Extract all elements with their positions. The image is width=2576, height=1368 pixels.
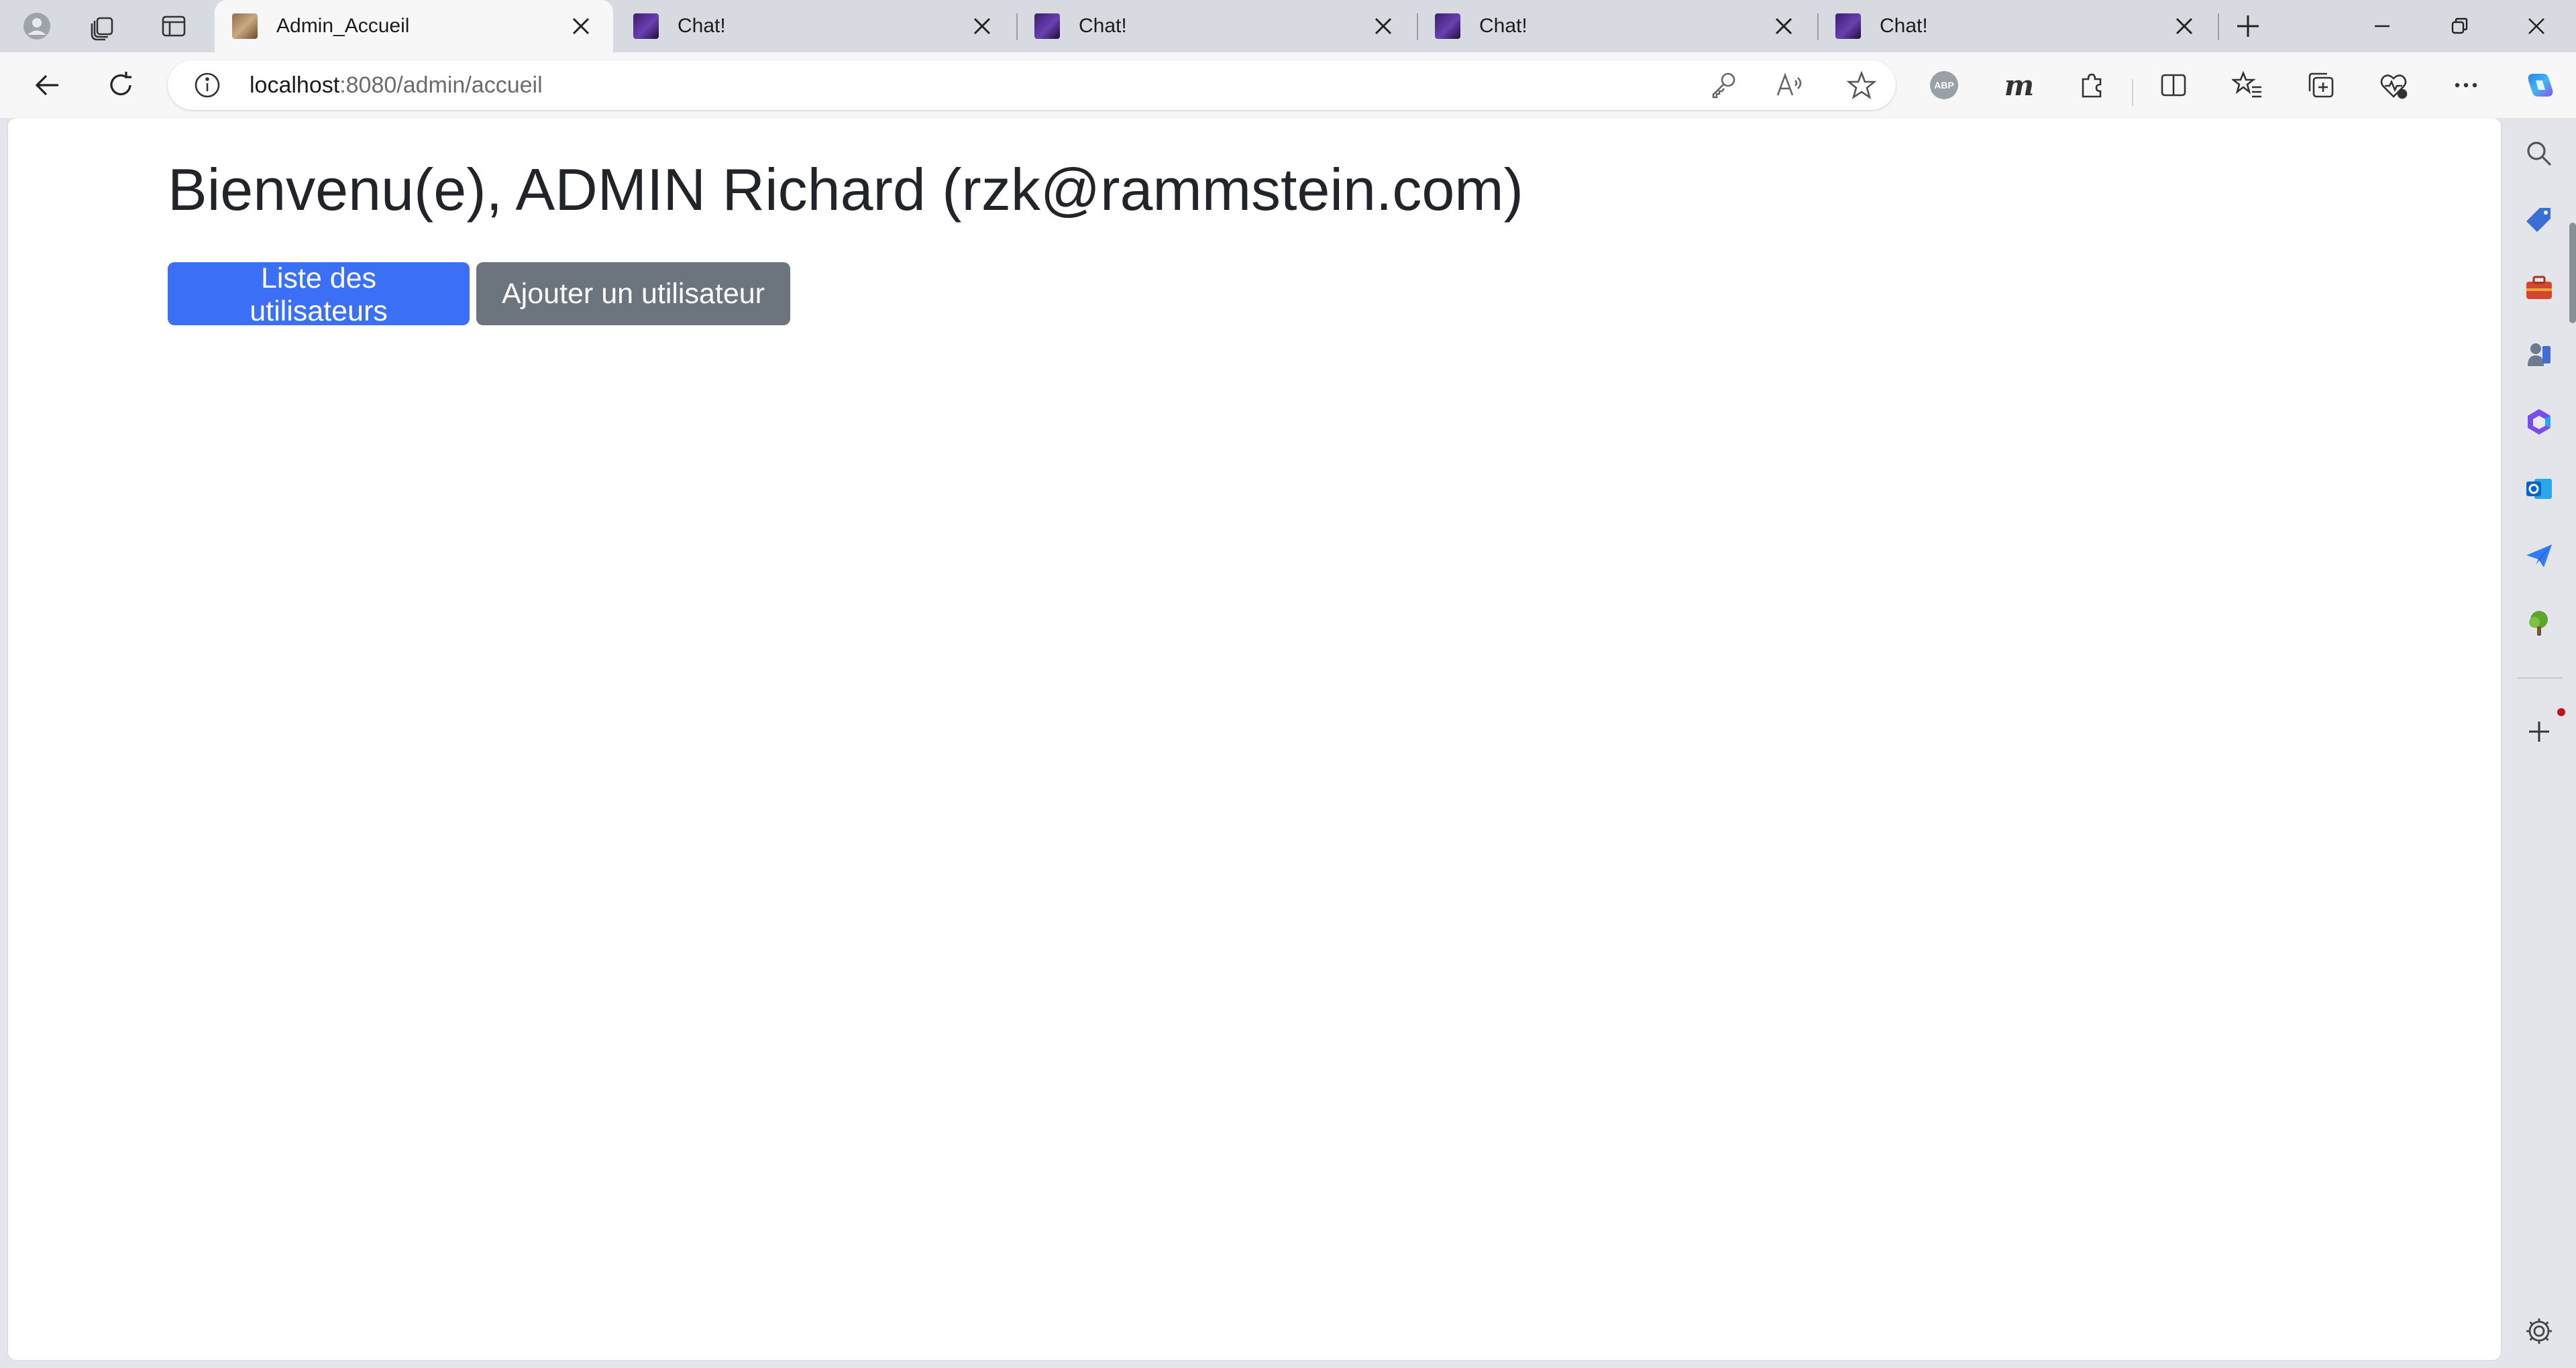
close-icon <box>2528 18 2544 34</box>
tab-title: Chat! <box>1079 15 1127 37</box>
favorites-list-icon <box>2232 70 2261 98</box>
browser-toolbar: localhost:8080/admin/accueil ABP m <box>0 52 2576 118</box>
sidebar-tools[interactable] <box>2516 264 2563 311</box>
heart-pulse-icon <box>2380 74 2408 99</box>
settings-and-more-button[interactable] <box>2439 60 2493 110</box>
refresh-icon <box>110 72 131 96</box>
split-screen-button[interactable] <box>2147 60 2200 110</box>
close-icon <box>2176 17 2193 35</box>
abp-icon: ABP <box>1930 71 1958 99</box>
copilot-button[interactable] <box>2513 60 2567 110</box>
list-users-button[interactable]: Liste des utilisateurs <box>168 262 470 327</box>
tab-chat-1[interactable]: Chat! <box>616 0 1014 52</box>
tab-title: Chat! <box>1880 15 1928 37</box>
back-arrow-icon <box>35 74 58 96</box>
address-bar[interactable]: localhost:8080/admin/accueil <box>168 60 1896 110</box>
tree-icon <box>2529 611 2548 636</box>
refresh-button[interactable] <box>94 60 148 110</box>
tab-close-button[interactable] <box>2164 6 2204 46</box>
chess-piece-icon <box>2528 343 2551 366</box>
gear-icon <box>2526 1318 2552 1344</box>
vertical-tabs-button[interactable] <box>141 0 207 52</box>
puzzle-icon <box>2082 73 2102 98</box>
m-extension-icon: m <box>2004 68 2035 102</box>
plus-icon <box>2529 722 2549 742</box>
microsoft-365-icon <box>2528 409 2551 435</box>
sidebar-outlook[interactable] <box>2516 465 2563 512</box>
admin-favicon-icon <box>232 13 258 39</box>
sidebar-search[interactable] <box>2516 130 2563 177</box>
minimize-button[interactable] <box>2344 0 2420 52</box>
outlook-icon <box>2526 479 2552 499</box>
sidebar-send[interactable] <box>2516 532 2563 579</box>
close-window-button[interactable] <box>2498 0 2575 52</box>
sidebar-microsoft-365[interactable] <box>2516 398 2563 445</box>
adblock-plus-extension[interactable]: ABP <box>1917 60 1971 110</box>
tab-title: Chat! <box>1479 15 1527 37</box>
chat-favicon-icon <box>633 13 659 39</box>
favorites-button[interactable] <box>2220 60 2274 110</box>
edge-sidebar <box>2502 118 2576 1368</box>
url-path: :8080/admin/accueil <box>339 72 543 98</box>
favorite-star-icon[interactable] <box>1846 70 1877 101</box>
close-icon <box>1375 17 1392 35</box>
chat-favicon-icon <box>1835 13 1861 39</box>
sidebar-scrollbar[interactable] <box>2569 223 2576 323</box>
new-tab-button[interactable] <box>2215 0 2281 52</box>
close-icon <box>1775 17 1792 35</box>
tab-close-button[interactable] <box>561 6 601 46</box>
plus-icon <box>2237 15 2259 37</box>
profile-avatar-icon <box>23 13 50 40</box>
tab-chat-3[interactable]: Chat! <box>1417 0 1816 52</box>
sidebar-separator <box>2517 677 2563 679</box>
url-text[interactable]: localhost:8080/admin/accueil <box>250 72 543 99</box>
browser-essentials-button[interactable] <box>2367 60 2420 110</box>
back-button[interactable] <box>20 60 74 110</box>
tab-title: Admin_Accueil <box>276 15 410 37</box>
chat-favicon-icon <box>1034 13 1060 39</box>
close-icon <box>572 17 590 35</box>
sidebar-tree-app[interactable] <box>2516 600 2563 646</box>
tab-strip: Admin_Accueil Chat! Chat! Chat! Chat! <box>0 0 2576 52</box>
site-info-icon[interactable] <box>193 71 221 99</box>
tab-close-button[interactable] <box>1363 6 1403 46</box>
tab-close-button[interactable] <box>962 6 1002 46</box>
page-content: Bienvenu(e), ADMIN Richard (rzk@rammstei… <box>8 118 2501 1360</box>
shopping-tag-icon <box>2526 208 2551 232</box>
chat-favicon-icon <box>1435 13 1460 39</box>
collections-button[interactable] <box>2294 60 2348 110</box>
restore-icon <box>2451 17 2468 34</box>
profile-button[interactable] <box>4 0 70 52</box>
sidebar-shopping[interactable] <box>2516 197 2563 244</box>
add-user-button[interactable]: Ajouter un utilisateur <box>476 262 790 325</box>
tab-title: Chat! <box>678 15 726 37</box>
tab-close-button[interactable] <box>1764 6 1804 46</box>
sidebar-settings[interactable] <box>2516 1308 2563 1355</box>
tab-chat-2[interactable]: Chat! <box>1017 0 1415 52</box>
toolbar-divider <box>2132 79 2133 106</box>
more-dots-icon <box>2455 82 2477 88</box>
tab-actions-icon <box>162 15 186 37</box>
sidebar-games[interactable] <box>2516 331 2563 378</box>
search-icon <box>2527 141 2552 166</box>
tab-admin-accueil[interactable]: Admin_Accueil <box>215 0 613 52</box>
extensions-button[interactable] <box>2065 60 2118 110</box>
close-icon <box>973 17 991 35</box>
minimize-icon <box>2375 25 2390 27</box>
collections-icon <box>2308 72 2334 98</box>
workspaces-icon <box>91 17 113 41</box>
restore-button[interactable] <box>2421 0 2498 52</box>
url-host: localhost <box>250 72 340 98</box>
page-title: Bienvenu(e), ADMIN Richard (rzk@rammstei… <box>168 156 1523 223</box>
m-extension[interactable]: m <box>1992 60 2046 110</box>
key-icon[interactable] <box>1708 70 1739 101</box>
toolbox-icon <box>2526 276 2552 299</box>
workspaces-button[interactable] <box>70 0 136 52</box>
sidebar-add-button[interactable] <box>2516 708 2563 755</box>
paper-plane-icon <box>2526 545 2552 567</box>
copilot-icon <box>2528 74 2553 97</box>
tab-chat-4[interactable]: Chat! <box>1818 0 2216 52</box>
split-screen-icon <box>2161 74 2186 97</box>
read-aloud-icon[interactable] <box>1774 70 1805 101</box>
